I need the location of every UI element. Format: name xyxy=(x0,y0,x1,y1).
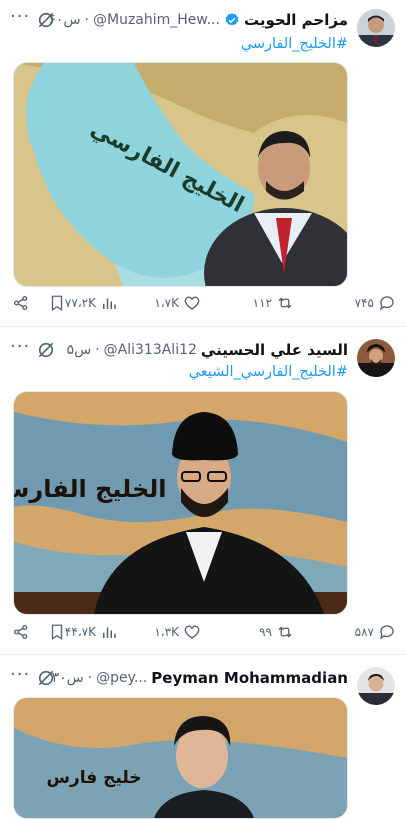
reply-count: ۵۸۷ xyxy=(354,625,374,639)
retweet-icon xyxy=(278,626,292,638)
image-caption: خلیج فارس xyxy=(46,768,141,788)
like-count: ۱،۷K xyxy=(154,296,179,310)
share-button[interactable] xyxy=(12,623,30,641)
display-name[interactable]: السيد علي الحسيني xyxy=(201,341,348,359)
like-icon xyxy=(184,625,200,639)
views-count: ۴۴،۷K xyxy=(64,625,96,639)
bookmark-button[interactable] xyxy=(48,294,66,312)
user-handle[interactable]: @Ali313Ali12 xyxy=(104,342,197,358)
like-button[interactable]: ۱،۷K xyxy=(154,294,201,312)
avatar[interactable] xyxy=(357,9,395,47)
views-button[interactable]: ۴۴،۷K xyxy=(65,623,118,641)
like-button[interactable]: ۱،۳K xyxy=(154,623,201,641)
tweet-time[interactable]: ۳۰س xyxy=(52,670,84,686)
avatar[interactable] xyxy=(357,339,395,377)
tweet-header: Peyman Mohammadian @pey... · ۳۰س xyxy=(52,667,348,689)
grok-icon[interactable] xyxy=(36,340,56,360)
avatar[interactable] xyxy=(357,667,395,705)
share-button[interactable] xyxy=(12,294,30,312)
share-icon xyxy=(13,295,28,311)
bookmark-icon xyxy=(51,624,63,641)
views-icon xyxy=(103,627,116,638)
like-icon xyxy=(184,296,200,310)
retweet-button[interactable]: ۹۹ xyxy=(259,623,294,641)
verified-badge-icon xyxy=(225,13,239,26)
tweet-actions: ۵۸۷ ۹۹ ۱،۳K ۴۴،۷K xyxy=(0,623,406,645)
share-icon xyxy=(13,624,28,640)
tweet[interactable]: السيد علي الحسيني @Ali313Ali12 · ۵س ··· … xyxy=(0,327,406,654)
hashtag-link[interactable]: #الخليج_الفارسي_الشيعي xyxy=(189,364,348,380)
views-icon xyxy=(103,298,116,309)
hashtag-link[interactable]: #الخليج_الفارسي xyxy=(241,36,348,52)
user-handle[interactable]: @Muzahim_Hew... xyxy=(93,12,220,28)
reply-icon xyxy=(379,296,394,311)
more-icon[interactable]: ··· xyxy=(10,8,30,26)
grok-icon[interactable] xyxy=(36,10,56,30)
separator-dot: · xyxy=(95,342,100,358)
separator-dot: · xyxy=(87,670,93,686)
tweet-image[interactable]: الخليج الفارسي xyxy=(13,391,348,615)
reply-button[interactable]: ۷۴۵ xyxy=(355,294,396,312)
bookmark-button[interactable] xyxy=(48,623,66,641)
user-handle[interactable]: @pey... xyxy=(96,670,147,686)
tweet-header: مزاحم الحويت @Muzahim_Hew... · ۶۰س xyxy=(48,9,348,31)
tweet-image[interactable]: خلیج فارس xyxy=(13,697,348,819)
tweet[interactable]: Peyman Mohammadian @pey... · ۳۰س ··· خلی… xyxy=(0,655,406,819)
image-caption: الخليج الفارسي xyxy=(14,475,167,503)
more-icon[interactable]: ··· xyxy=(10,338,30,356)
display-name[interactable]: Peyman Mohammadian xyxy=(151,669,348,687)
reply-button[interactable]: ۵۸۷ xyxy=(355,623,396,641)
retweet-count: ۱۱۲ xyxy=(252,296,272,310)
tweet-time[interactable]: ۵س xyxy=(67,342,92,358)
retweet-count: ۹۹ xyxy=(259,625,272,639)
reply-count: ۷۴۵ xyxy=(354,296,374,310)
separator-dot: · xyxy=(84,12,89,28)
retweet-button[interactable]: ۱۱۲ xyxy=(253,294,294,312)
tweet-actions: ۷۴۵ ۱۱۲ ۱،۷K ۷۷،۲K xyxy=(0,294,406,316)
reply-icon xyxy=(379,625,394,640)
grok-icon[interactable] xyxy=(36,668,56,688)
tweet-header: السيد علي الحسيني @Ali313Ali12 · ۵س xyxy=(67,339,348,361)
tweet[interactable]: مزاحم الحويت @Muzahim_Hew... · ۶۰س ··· #… xyxy=(0,0,406,325)
more-icon[interactable]: ··· xyxy=(10,666,30,684)
like-count: ۱،۳K xyxy=(154,625,179,639)
views-count: ۷۷،۲K xyxy=(64,296,96,310)
views-button[interactable]: ۷۷،۲K xyxy=(65,294,118,312)
tweet-image[interactable]: الخليج الفارسي xyxy=(13,62,348,287)
display-name[interactable]: مزاحم الحويت xyxy=(244,11,348,29)
retweet-icon xyxy=(278,297,292,309)
bookmark-icon xyxy=(51,295,63,312)
